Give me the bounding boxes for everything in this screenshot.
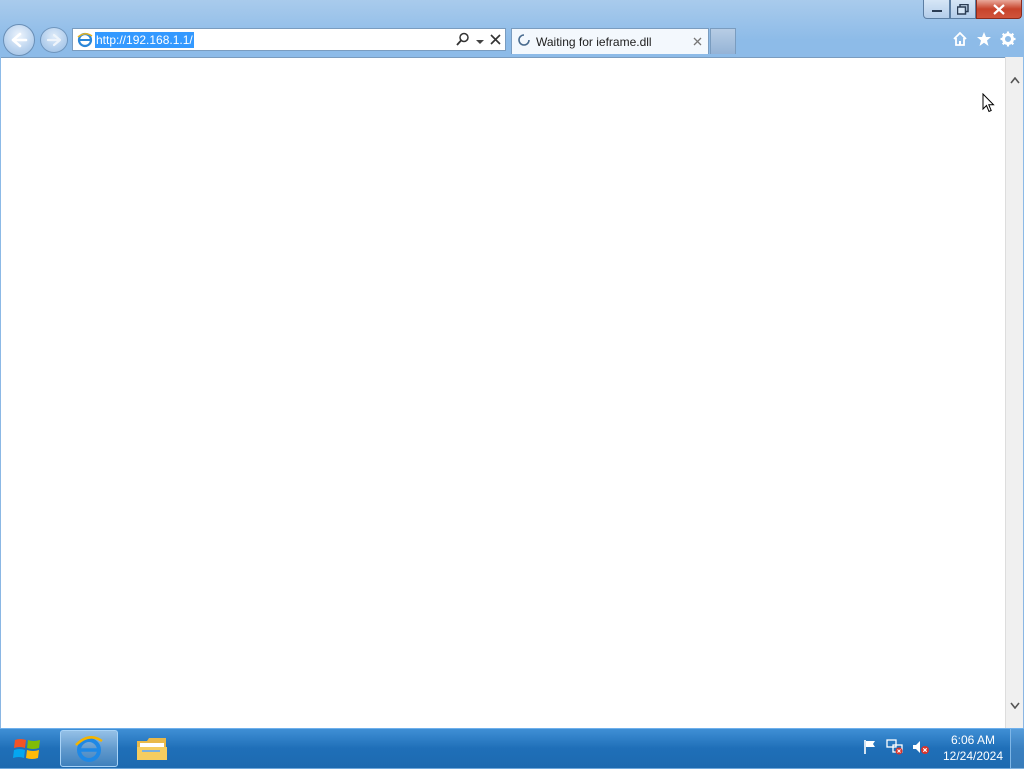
volume-muted-icon[interactable] (912, 739, 930, 760)
command-icons (952, 31, 1016, 52)
close-button[interactable] (976, 0, 1022, 19)
minimize-icon (931, 10, 942, 12)
search-icon[interactable] (456, 32, 470, 49)
address-tools (456, 32, 501, 49)
taskbar: 6:06 AM 12/24/2024 (0, 728, 1024, 769)
internet-explorer-icon (75, 735, 103, 762)
stop-button[interactable] (490, 33, 501, 48)
new-tab-button[interactable] (710, 28, 736, 54)
address-url[interactable]: http://192.168.1.1/ (95, 31, 194, 48)
close-icon (993, 3, 1005, 15)
show-desktop-button[interactable] (1010, 729, 1024, 769)
taskbar-clock[interactable]: 6:06 AM 12/24/2024 (938, 732, 1008, 764)
start-button[interactable] (0, 729, 54, 769)
flag-icon[interactable] (862, 739, 878, 760)
close-icon (490, 34, 501, 45)
tab-title: Waiting for ieframe.dll (536, 34, 652, 49)
browser-tab[interactable]: Waiting for ieframe.dll (511, 28, 709, 54)
loading-spinner-icon (518, 34, 530, 49)
forward-arrow-icon (46, 33, 62, 47)
home-icon[interactable] (952, 31, 968, 52)
back-arrow-icon (11, 32, 28, 48)
folder-icon (137, 737, 167, 760)
chevron-down-icon[interactable] (476, 33, 484, 48)
vertical-scrollbar[interactable] (1005, 57, 1023, 728)
caption-buttons (923, 0, 1022, 20)
taskbar-internet-explorer[interactable] (60, 730, 118, 767)
scroll-up-icon[interactable] (1010, 71, 1020, 89)
clock-time: 6:06 AM (950, 733, 996, 747)
network-icon[interactable] (886, 739, 904, 760)
system-tray (862, 739, 930, 760)
restore-button[interactable] (950, 0, 976, 19)
clock-date: 12/24/2024 (942, 749, 1004, 763)
tab-close-button[interactable] (693, 35, 702, 49)
star-icon[interactable] (976, 31, 992, 52)
minimize-button[interactable] (923, 0, 950, 19)
restore-icon (957, 3, 969, 15)
taskbar-file-explorer[interactable] (124, 730, 180, 767)
back-button[interactable] (3, 24, 35, 56)
ie-page-icon (77, 32, 93, 53)
scroll-down-icon[interactable] (1010, 696, 1020, 714)
address-bar[interactable]: http://192.168.1.1/ (72, 28, 506, 51)
forward-button[interactable] (40, 27, 68, 53)
mouse-cursor-icon (982, 92, 996, 118)
gear-icon[interactable] (1000, 31, 1016, 52)
page-content[interactable] (1, 57, 1005, 728)
close-icon (693, 37, 702, 45)
windows-logo-icon (13, 739, 40, 759)
